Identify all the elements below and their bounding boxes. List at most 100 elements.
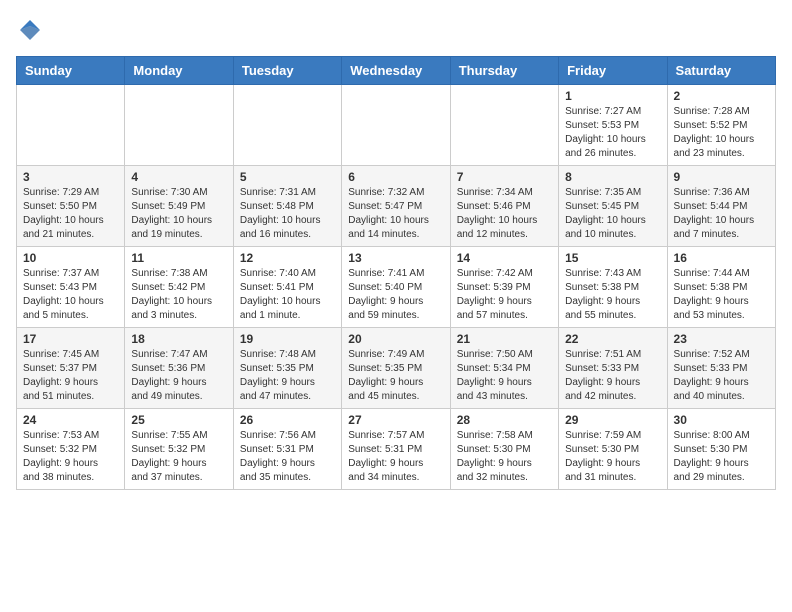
day-info: Sunrise: 7:52 AM Sunset: 5:33 PM Dayligh… bbox=[674, 348, 769, 404]
calendar-cell: 7 Sunrise: 7:34 AM Sunset: 5:46 PM Daylig… bbox=[450, 166, 558, 247]
calendar-cell: 8 Sunrise: 7:35 AM Sunset: 5:45 PM Daylig… bbox=[559, 166, 667, 247]
day-info: Sunrise: 7:43 AM Sunset: 5:38 PM Dayligh… bbox=[565, 267, 660, 323]
calendar-cell: 21 Sunrise: 7:50 AM Sunset: 5:34 PM Dayli… bbox=[450, 328, 558, 409]
day-info: Sunrise: 7:32 AM Sunset: 5:47 PM Dayligh… bbox=[348, 186, 443, 242]
calendar-cell bbox=[342, 85, 450, 166]
day-info: Sunrise: 7:42 AM Sunset: 5:39 PM Dayligh… bbox=[457, 267, 552, 323]
day-number: 23 bbox=[674, 332, 769, 346]
day-info: Sunrise: 7:44 AM Sunset: 5:38 PM Dayligh… bbox=[674, 267, 769, 323]
day-number: 15 bbox=[565, 251, 660, 265]
weekday-header-monday: Monday bbox=[125, 57, 233, 85]
week-row-1: 1 Sunrise: 7:27 AM Sunset: 5:53 PM Daylig… bbox=[17, 85, 776, 166]
day-number: 19 bbox=[240, 332, 335, 346]
day-info: Sunrise: 7:28 AM Sunset: 5:52 PM Dayligh… bbox=[674, 105, 769, 161]
weekday-header-sunday: Sunday bbox=[17, 57, 125, 85]
calendar-cell: 6Sunrise: 7:32 AM Sunset: 5:47 PM Daylig… bbox=[342, 166, 450, 247]
calendar-cell: 2Sunrise: 7:28 AM Sunset: 5:52 PM Daylig… bbox=[667, 85, 775, 166]
day-info: Sunrise: 7:59 AM Sunset: 5:30 PM Dayligh… bbox=[565, 429, 660, 485]
day-info: Sunrise: 7:38 AM Sunset: 5:42 PM Dayligh… bbox=[131, 267, 226, 323]
calendar-cell: 27 Sunrise: 7:57 AM Sunset: 5:31 PM Dayli… bbox=[342, 409, 450, 490]
day-info: Sunrise: 7:50 AM Sunset: 5:34 PM Dayligh… bbox=[457, 348, 552, 404]
day-info: Sunrise: 7:37 AM Sunset: 5:43 PM Dayligh… bbox=[23, 267, 118, 323]
calendar-cell: 30 Sunrise: 8:00 AM Sunset: 5:30 PM Dayli… bbox=[667, 409, 775, 490]
calendar-cell bbox=[233, 85, 341, 166]
calendar-cell: 1 Sunrise: 7:27 AM Sunset: 5:53 PM Daylig… bbox=[559, 85, 667, 166]
calendar-cell: 10 Sunrise: 7:37 AM Sunset: 5:43 PM Dayli… bbox=[17, 247, 125, 328]
day-number: 20 bbox=[348, 332, 443, 346]
day-info: Sunrise: 8:00 AM Sunset: 5:30 PM Dayligh… bbox=[674, 429, 769, 485]
day-info: Sunrise: 7:29 AM Sunset: 5:50 PM Dayligh… bbox=[23, 186, 118, 242]
calendar-cell: 28Sunrise: 7:58 AM Sunset: 5:30 PM Dayli… bbox=[450, 409, 558, 490]
day-info: Sunrise: 7:30 AM Sunset: 5:49 PM Dayligh… bbox=[131, 186, 226, 242]
calendar-cell: 23 Sunrise: 7:52 AM Sunset: 5:33 PM Dayli… bbox=[667, 328, 775, 409]
day-number: 26 bbox=[240, 413, 335, 427]
day-number: 13 bbox=[348, 251, 443, 265]
day-info: Sunrise: 7:35 AM Sunset: 5:45 PM Dayligh… bbox=[565, 186, 660, 242]
day-info: Sunrise: 7:27 AM Sunset: 5:53 PM Dayligh… bbox=[565, 105, 660, 161]
day-number: 25 bbox=[131, 413, 226, 427]
day-info: Sunrise: 7:56 AM Sunset: 5:31 PM Dayligh… bbox=[240, 429, 335, 485]
calendar-cell: 14 Sunrise: 7:42 AM Sunset: 5:39 PM Dayli… bbox=[450, 247, 558, 328]
day-info: Sunrise: 7:45 AM Sunset: 5:37 PM Dayligh… bbox=[23, 348, 118, 404]
day-number: 10 bbox=[23, 251, 118, 265]
calendar-cell bbox=[125, 85, 233, 166]
day-number: 7 bbox=[457, 170, 552, 184]
day-info: Sunrise: 7:55 AM Sunset: 5:32 PM Dayligh… bbox=[131, 429, 226, 485]
week-row-3: 10 Sunrise: 7:37 AM Sunset: 5:43 PM Dayli… bbox=[17, 247, 776, 328]
day-info: Sunrise: 7:49 AM Sunset: 5:35 PM Dayligh… bbox=[348, 348, 443, 404]
calendar-cell: 4Sunrise: 7:30 AM Sunset: 5:49 PM Daylig… bbox=[125, 166, 233, 247]
day-number: 18 bbox=[131, 332, 226, 346]
calendar-cell bbox=[450, 85, 558, 166]
day-info: Sunrise: 7:51 AM Sunset: 5:33 PM Dayligh… bbox=[565, 348, 660, 404]
day-info: Sunrise: 7:57 AM Sunset: 5:31 PM Dayligh… bbox=[348, 429, 443, 485]
calendar-cell: 15 Sunrise: 7:43 AM Sunset: 5:38 PM Dayli… bbox=[559, 247, 667, 328]
calendar-cell: 18 Sunrise: 7:47 AM Sunset: 5:36 PM Dayli… bbox=[125, 328, 233, 409]
calendar-table: SundayMondayTuesdayWednesdayThursdayFrid… bbox=[16, 56, 776, 490]
weekday-header-wednesday: Wednesday bbox=[342, 57, 450, 85]
day-info: Sunrise: 7:47 AM Sunset: 5:36 PM Dayligh… bbox=[131, 348, 226, 404]
day-number: 14 bbox=[457, 251, 552, 265]
day-info: Sunrise: 7:34 AM Sunset: 5:46 PM Dayligh… bbox=[457, 186, 552, 242]
week-row-2: 3 Sunrise: 7:29 AM Sunset: 5:50 PM Daylig… bbox=[17, 166, 776, 247]
calendar-cell: 11 Sunrise: 7:38 AM Sunset: 5:42 PM Dayli… bbox=[125, 247, 233, 328]
weekday-header-row: SundayMondayTuesdayWednesdayThursdayFrid… bbox=[17, 57, 776, 85]
calendar-cell: 17 Sunrise: 7:45 AM Sunset: 5:37 PM Dayli… bbox=[17, 328, 125, 409]
day-number: 22 bbox=[565, 332, 660, 346]
calendar-cell: 26 Sunrise: 7:56 AM Sunset: 5:31 PM Dayli… bbox=[233, 409, 341, 490]
day-info: Sunrise: 7:40 AM Sunset: 5:41 PM Dayligh… bbox=[240, 267, 335, 323]
weekday-header-saturday: Saturday bbox=[667, 57, 775, 85]
logo-icon bbox=[16, 16, 44, 44]
day-number: 5 bbox=[240, 170, 335, 184]
calendar-cell: 24Sunrise: 7:53 AM Sunset: 5:32 PM Dayli… bbox=[17, 409, 125, 490]
week-row-4: 17 Sunrise: 7:45 AM Sunset: 5:37 PM Dayli… bbox=[17, 328, 776, 409]
day-info: Sunrise: 7:53 AM Sunset: 5:32 PM Dayligh… bbox=[23, 429, 118, 485]
calendar-cell: 29 Sunrise: 7:59 AM Sunset: 5:30 PM Dayli… bbox=[559, 409, 667, 490]
day-info: Sunrise: 7:31 AM Sunset: 5:48 PM Dayligh… bbox=[240, 186, 335, 242]
day-number: 17 bbox=[23, 332, 118, 346]
day-number: 27 bbox=[348, 413, 443, 427]
day-number: 12 bbox=[240, 251, 335, 265]
day-number: 8 bbox=[565, 170, 660, 184]
weekday-header-tuesday: Tuesday bbox=[233, 57, 341, 85]
day-number: 3 bbox=[23, 170, 118, 184]
weekday-header-friday: Friday bbox=[559, 57, 667, 85]
week-row-5: 24Sunrise: 7:53 AM Sunset: 5:32 PM Dayli… bbox=[17, 409, 776, 490]
calendar-cell bbox=[17, 85, 125, 166]
day-info: Sunrise: 7:48 AM Sunset: 5:35 PM Dayligh… bbox=[240, 348, 335, 404]
day-number: 1 bbox=[565, 89, 660, 103]
calendar-cell: 20 Sunrise: 7:49 AM Sunset: 5:35 PM Dayli… bbox=[342, 328, 450, 409]
logo bbox=[16, 16, 48, 44]
day-number: 21 bbox=[457, 332, 552, 346]
day-number: 11 bbox=[131, 251, 226, 265]
calendar-cell: 9Sunrise: 7:36 AM Sunset: 5:44 PM Daylig… bbox=[667, 166, 775, 247]
day-number: 30 bbox=[674, 413, 769, 427]
day-number: 29 bbox=[565, 413, 660, 427]
calendar-cell: 25 Sunrise: 7:55 AM Sunset: 5:32 PM Dayli… bbox=[125, 409, 233, 490]
calendar-cell: 3 Sunrise: 7:29 AM Sunset: 5:50 PM Daylig… bbox=[17, 166, 125, 247]
calendar-cell: 12 Sunrise: 7:40 AM Sunset: 5:41 PM Dayli… bbox=[233, 247, 341, 328]
day-info: Sunrise: 7:41 AM Sunset: 5:40 PM Dayligh… bbox=[348, 267, 443, 323]
day-number: 28 bbox=[457, 413, 552, 427]
day-number: 16 bbox=[674, 251, 769, 265]
calendar-cell: 19 Sunrise: 7:48 AM Sunset: 5:35 PM Dayli… bbox=[233, 328, 341, 409]
calendar-cell: 13 Sunrise: 7:41 AM Sunset: 5:40 PM Dayli… bbox=[342, 247, 450, 328]
